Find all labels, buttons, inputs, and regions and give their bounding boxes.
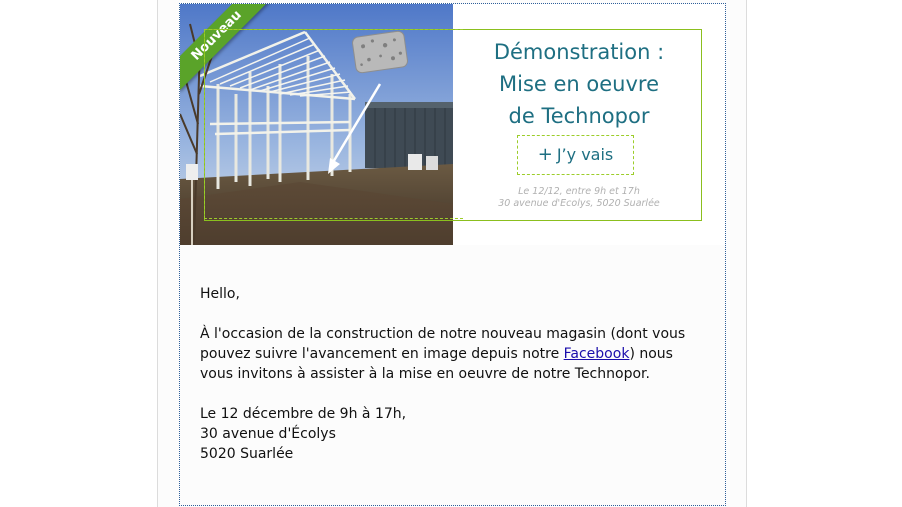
email-card: Nouveau Démonstration : Mise en oeuvre d… (179, 3, 726, 506)
event-address: 30 avenue d'Ecolys, 5020 Suarlée (498, 198, 660, 209)
event-date-line: Le 12 décembre de 9h à 17h, (200, 406, 407, 422)
message-body: Hello, À l'occasion de la construction d… (200, 284, 710, 484)
banner-title-line2: Mise en oeuvre (499, 72, 659, 96)
event-address-line1: 30 avenue d'Écolys (200, 426, 336, 442)
event-date: Le 12/12, entre 9h et 17h (518, 186, 640, 197)
invitation-paragraph: À l'occasion de la construction de notre… (200, 324, 710, 384)
jy-vais-button[interactable]: + J’y vais (517, 135, 634, 175)
facebook-link[interactable]: Facebook (564, 346, 630, 362)
banner-title-line1: Démonstration : (493, 40, 665, 64)
plus-icon: + (537, 144, 553, 165)
event-details: Le 12 décembre de 9h à 17h, 30 avenue d'… (200, 404, 710, 464)
event-meta: Le 12/12, entre 9h et 17h 30 avenue d'Ec… (463, 186, 695, 210)
banner-title: Démonstration : Mise en oeuvre de Techno… (453, 36, 705, 132)
event-address-line2: 5020 Suarlée (200, 446, 294, 462)
greeting: Hello, (200, 286, 240, 302)
jy-vais-label: J’y vais (556, 145, 614, 164)
construction-photo: Nouveau (180, 4, 453, 245)
banner-title-line3: de Technopor (508, 104, 650, 128)
